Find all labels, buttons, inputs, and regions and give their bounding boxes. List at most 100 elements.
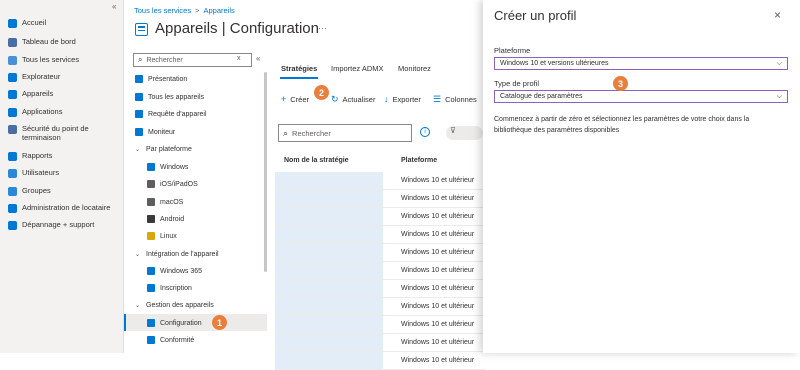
redacted-policy-name[interactable] — [275, 316, 383, 333]
selected-item-indicator — [124, 314, 126, 331]
platform-label: Plateforme — [494, 46, 531, 55]
blade-item-7[interactable]: macOS — [147, 195, 277, 209]
nav-item-11[interactable]: Dépannage + support — [8, 220, 122, 236]
page-title: Appareils | Configuration — [155, 20, 319, 37]
blade-item-2[interactable]: Requête d'appareil — [135, 107, 265, 121]
users-icon — [8, 169, 17, 178]
row-platform: Windows 10 et ultérieur — [401, 357, 475, 364]
active-tab-underline — [280, 77, 318, 79]
more-options-button[interactable]: ··· — [318, 23, 327, 33]
nav-item-9[interactable]: Groupes — [8, 186, 122, 202]
blade-item-label: iOS/iPadOS — [160, 180, 198, 188]
collapse-blade-button[interactable]: « — [256, 54, 260, 63]
enrollment-icon — [147, 284, 155, 292]
windows-icon — [147, 163, 155, 171]
platform-dropdown[interactable]: Windows 10 et versions ultérieures ⌵ — [494, 57, 788, 70]
collapse-nav-button[interactable]: « — [112, 2, 116, 11]
nav-item-3[interactable]: Explorateur — [8, 72, 122, 88]
tab-monitor[interactable]: Monitorez — [398, 64, 431, 73]
blade-item-10[interactable]: ⌄ Intégration de l'appareil — [135, 247, 265, 261]
blade-item-label: Requête d'appareil — [148, 110, 207, 118]
nav-item-0[interactable]: Accueil — [8, 18, 122, 34]
blade-item-label: macOS — [160, 198, 184, 206]
blade-item-11[interactable]: Windows 365 — [147, 264, 277, 278]
blade-item-label: Conformité — [160, 336, 195, 344]
row-platform: Windows 10 et ultérieur — [401, 213, 475, 220]
columns-button[interactable]: ☰ Colonnes — [433, 94, 477, 105]
redacted-policy-name[interactable] — [275, 172, 383, 189]
nav-item-5[interactable]: Applications — [8, 107, 122, 123]
all-services-icon — [8, 56, 17, 65]
info-icon[interactable]: i — [420, 127, 430, 137]
nav-item-label: Applications — [22, 107, 63, 116]
columns-icon: ☰ — [433, 94, 442, 104]
row-platform: Windows 10 et ultérieur — [401, 303, 475, 310]
blade-item-6[interactable]: iOS/iPadOS — [147, 177, 277, 191]
close-icon[interactable]: × — [774, 8, 781, 22]
columns-label: Colonnes — [445, 95, 477, 104]
blade-item-15[interactable]: Conformité — [147, 333, 277, 347]
row-platform: Windows 10 et ultérieur — [401, 177, 475, 184]
export-label: Exporter — [392, 94, 421, 104]
redacted-policy-name[interactable] — [275, 298, 383, 315]
nav-item-8[interactable]: Utilisateurs — [8, 168, 122, 184]
redacted-policy-name[interactable] — [275, 244, 383, 261]
policy-search-placeholder: Rechercher — [292, 128, 331, 138]
blade-item-label: Par plateforme — [146, 145, 192, 153]
breadcrumb-devices[interactable]: Appareils — [204, 6, 235, 15]
export-button[interactable]: ↓ Exporter — [384, 94, 421, 104]
nav-item-6[interactable]: Sécurité du point de terminaison — [8, 124, 122, 142]
blade-item-label: Windows 365 — [160, 267, 203, 275]
breadcrumb-all-services[interactable]: Tous les services — [134, 6, 191, 15]
filter-pill[interactable]: ⊽ — [446, 126, 483, 140]
redacted-policy-name[interactable] — [275, 334, 383, 351]
create-button[interactable]: + Créer — [281, 94, 309, 104]
blade-item-13[interactable]: ⌄ Gestion des appareils — [135, 298, 265, 312]
profile-type-dropdown[interactable]: Catalogue des paramètres ⌵ — [494, 90, 788, 103]
groups-icon — [8, 187, 17, 196]
column-header-platform[interactable]: Plateforme — [401, 157, 437, 164]
refresh-label: Actualiser — [342, 95, 376, 104]
breadcrumb: Tous les services > Appareils — [134, 6, 235, 15]
blade-item-5[interactable]: Windows — [147, 160, 277, 174]
redacted-policy-name[interactable] — [275, 352, 383, 369]
blade-item-14[interactable]: Configuration — [147, 316, 277, 330]
policy-search-box[interactable]: ⌕ Rechercher — [278, 124, 412, 142]
row-platform: Windows 10 et ultérieur — [401, 285, 475, 292]
windows-365-icon — [147, 267, 155, 275]
blade-item-label: Gestion des appareils — [146, 301, 214, 309]
nav-item-label: Administration de locataire — [22, 203, 111, 212]
blade-item-12[interactable]: Inscription — [147, 281, 277, 295]
configuration-page-icon — [135, 23, 148, 36]
blade-item-3[interactable]: Moniteur — [135, 125, 265, 139]
nav-item-4[interactable]: Appareils — [8, 89, 122, 105]
blade-item-9[interactable]: Linux — [147, 229, 277, 243]
clear-search-button[interactable]: x — [237, 55, 241, 62]
nav-item-label: Utilisateurs — [22, 168, 60, 177]
tab-import-admx[interactable]: Importez ADMX — [331, 64, 384, 73]
tab-strategies[interactable]: Stratégies — [281, 64, 317, 73]
blade-item-label: Linux — [160, 232, 177, 240]
applications-icon — [8, 108, 17, 117]
blade-item-0[interactable]: Présentation — [135, 72, 265, 86]
blade-item-label: Windows — [160, 163, 189, 171]
redacted-policy-name[interactable] — [275, 262, 383, 279]
android-icon — [147, 215, 155, 223]
refresh-button[interactable]: ↻ Actualiser — [331, 94, 375, 105]
blade-item-label: Tous les appareils — [148, 93, 205, 101]
redacted-policy-name[interactable] — [275, 226, 383, 243]
nav-item-2[interactable]: Tous les services — [8, 55, 122, 71]
nav-item-1[interactable]: Tableau de bord — [8, 37, 122, 53]
redacted-policy-name[interactable] — [275, 190, 383, 207]
nav-item-10[interactable]: Administration de locataire — [8, 203, 122, 219]
chevron-down-icon: ⌄ — [135, 302, 141, 309]
blade-item-1[interactable]: Tous les appareils — [135, 90, 265, 104]
profile-type-description: Commencez à partir de zéro et sélectionn… — [494, 116, 750, 134]
redacted-policy-name[interactable] — [275, 280, 383, 297]
redacted-policy-name[interactable] — [275, 208, 383, 225]
blade-item-4[interactable]: ⌄ Par plateforme — [135, 142, 265, 156]
nav-item-7[interactable]: Rapports — [8, 151, 122, 167]
column-header-name[interactable]: Nom de la stratégie — [284, 157, 349, 164]
blade-search-box[interactable]: ⌕ Rechercher — [133, 53, 252, 67]
blade-item-8[interactable]: Android — [147, 212, 277, 226]
